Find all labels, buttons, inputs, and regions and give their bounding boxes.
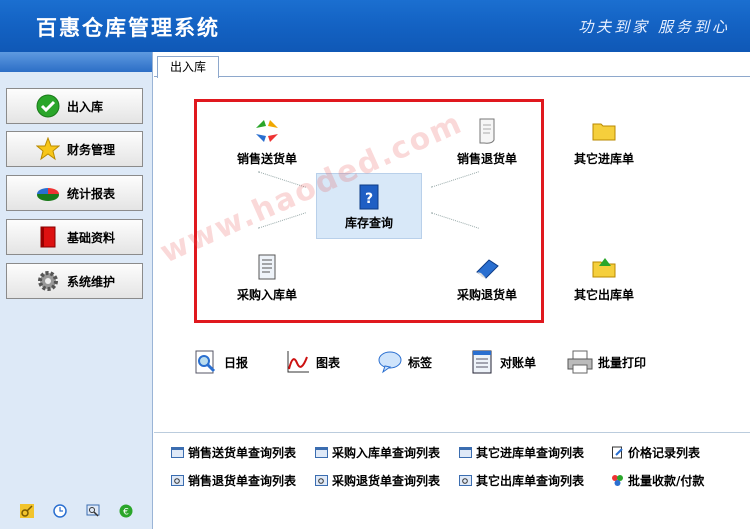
gear-icon: [35, 268, 61, 294]
tool-label: 图表: [316, 355, 341, 370]
report-label: 销售送货单查询列表: [188, 446, 297, 460]
tile-label: 采购退货单: [456, 288, 517, 302]
tool-label: 批量打印: [598, 355, 647, 370]
report-list-panel: 销售送货单查询列表 采购入库单查询列表 其它进库单查询列表 价格记录列表 销售退…: [154, 432, 750, 529]
eraser-icon: [472, 252, 502, 282]
report-sales-delivery-list[interactable]: 销售送货单查询列表: [170, 444, 296, 461]
tile-label: 库存查询: [344, 216, 393, 230]
line-chart-icon: [284, 348, 312, 376]
search-window-icon: [314, 474, 328, 488]
title-bar: 百惠仓库管理系统 功夫到家 服务到心: [0, 0, 750, 52]
sales-delivery-tile[interactable]: 销售送货单: [212, 116, 322, 167]
tool-label: 对账单: [500, 355, 537, 370]
help-book-icon: ?: [354, 182, 384, 212]
search-window-icon: [170, 474, 184, 488]
report-other-in-list[interactable]: 其它进库单查询列表: [458, 444, 584, 461]
report-label: 价格记录列表: [628, 446, 701, 460]
star-icon: [35, 136, 61, 162]
document-icon: [252, 252, 282, 282]
report-price-record-list[interactable]: 价格记录列表: [610, 444, 700, 461]
tool-label-tag[interactable]: 标签: [376, 348, 432, 376]
report-purchase-in-list[interactable]: 采购入库单查询列表: [314, 444, 440, 461]
check-icon: [35, 93, 61, 119]
sidebar-item-label: 出入库: [67, 99, 104, 114]
report-purchase-return-list[interactable]: 采购退货单查询列表: [314, 472, 440, 489]
tool-batch-print[interactable]: 批量打印: [566, 348, 646, 376]
sidebar-header: [0, 52, 152, 72]
key-icon[interactable]: [19, 503, 35, 519]
list-window-icon: [458, 446, 472, 460]
sidebar-item-label: 系统维护: [67, 274, 116, 289]
speech-bubble-icon: [376, 348, 404, 376]
list-window-icon: [314, 446, 328, 460]
svg-text:€: €: [124, 508, 130, 518]
purchase-return-tile[interactable]: 采购退货单: [432, 252, 542, 303]
book-icon: [35, 224, 61, 250]
other-out-tile[interactable]: 其它出库单: [549, 252, 659, 303]
folder-arrow-icon: [589, 252, 619, 282]
report-label: 采购入库单查询列表: [332, 446, 441, 460]
list-window-icon: [170, 446, 184, 460]
tile-label: 其它进库单: [573, 152, 634, 166]
sidebar-item-reports[interactable]: 统计报表: [6, 175, 143, 211]
scroll-icon: [472, 116, 502, 146]
sidebar-item-label: 基础资料: [67, 230, 116, 245]
tile-label: 其它出库单: [573, 288, 634, 302]
sidebar-item-label: 财务管理: [67, 142, 116, 157]
tool-daily-report[interactable]: 日报: [192, 348, 248, 376]
color-dots-icon: [610, 474, 624, 488]
search-icon[interactable]: [85, 503, 101, 519]
sidebar-item-basic-data[interactable]: 基础资料: [6, 219, 143, 255]
main-content: 出入库 销售送货单 销售退货单 其它进库单 ? 库存查询 采购入库单 采购退货单…: [154, 52, 750, 529]
svg-text:?: ?: [365, 191, 373, 207]
tool-label: 标签: [408, 355, 433, 370]
report-label: 其它出库单查询列表: [476, 474, 585, 488]
recycle-arrows-icon: [252, 116, 282, 146]
sidebar-item-maintenance[interactable]: 系统维护: [6, 263, 143, 299]
report-label: 销售退货单查询列表: [188, 474, 297, 488]
stock-query-tile[interactable]: ? 库存查询: [316, 173, 422, 239]
sales-return-tile[interactable]: 销售退货单: [432, 116, 542, 167]
report-label: 其它进库单查询列表: [476, 446, 585, 460]
report-label: 批量收款/付款: [628, 474, 705, 488]
report-label: 采购退货单查询列表: [332, 474, 441, 488]
app-slogan: 功夫到家 服务到心: [578, 18, 730, 36]
other-in-tile[interactable]: 其它进库单: [549, 116, 659, 167]
tile-label: 销售送货单: [236, 152, 297, 166]
search-window-icon: [458, 474, 472, 488]
report-batch-payment[interactable]: 批量收款/付款: [610, 472, 704, 489]
tool-chart[interactable]: 图表: [284, 348, 340, 376]
clock-icon[interactable]: [52, 503, 68, 519]
sidebar-item-label: 统计报表: [67, 186, 116, 201]
sidebar: 出入库 财务管理 统计报表 基础资料 系统维护 €: [0, 52, 153, 529]
tile-label: 销售退货单: [456, 152, 517, 166]
tab-inout[interactable]: 出入库: [157, 56, 220, 78]
edit-document-icon: [610, 446, 624, 460]
tool-label: 日报: [224, 355, 249, 370]
tile-label: 采购入库单: [236, 288, 297, 302]
folder-icon: [589, 116, 619, 146]
report-sales-return-list[interactable]: 销售退货单查询列表: [170, 472, 296, 489]
pie-chart-icon: [35, 180, 61, 206]
tool-statement[interactable]: 对账单: [468, 348, 536, 376]
magnifier-report-icon: [192, 348, 220, 376]
app-title: 百惠仓库管理系统: [36, 16, 220, 40]
purchase-in-tile[interactable]: 采购入库单: [212, 252, 322, 303]
ledger-icon: [468, 348, 496, 376]
sidebar-footer: €: [0, 503, 153, 519]
report-other-out-list[interactable]: 其它出库单查询列表: [458, 472, 584, 489]
refresh-icon[interactable]: €: [118, 503, 134, 519]
sidebar-item-inout[interactable]: 出入库: [6, 88, 143, 124]
printer-icon: [566, 348, 594, 376]
sidebar-item-finance[interactable]: 财务管理: [6, 131, 143, 167]
tab-strip: 出入库: [154, 52, 750, 78]
